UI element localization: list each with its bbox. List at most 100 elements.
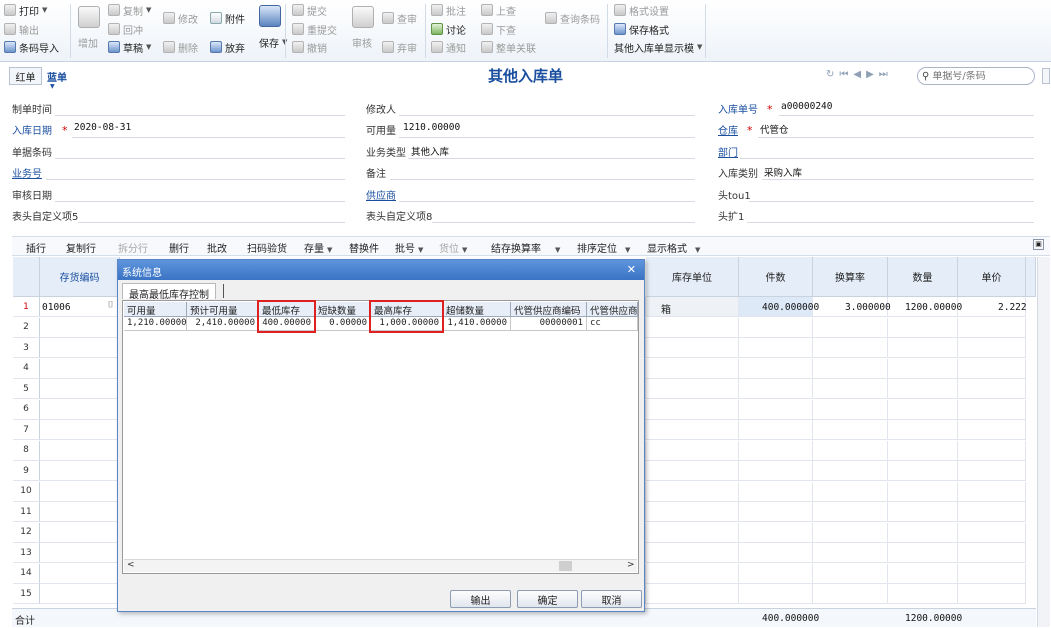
copy-button[interactable]: 复制 ▼ (108, 2, 151, 18)
grid-cell[interactable] (739, 317, 813, 338)
col-supplier[interactable]: 代管供应商 (587, 302, 638, 317)
grid-cell[interactable] (958, 461, 1026, 481)
cell-code[interactable]: 01006 (42, 302, 71, 313)
col-available[interactable]: 可用量 (124, 302, 187, 317)
annotate-button[interactable]: 批注 (431, 2, 466, 18)
grid-cell[interactable] (646, 420, 739, 440)
grid-cell[interactable] (813, 563, 888, 584)
location-button[interactable]: 货位 ▼ (439, 240, 467, 255)
grid-cell[interactable] (813, 584, 888, 604)
col-shortage[interactable]: 短缺数量 (315, 302, 371, 317)
row-number[interactable]: 7 (13, 420, 40, 440)
row-number[interactable]: 6 (13, 399, 40, 420)
grid-cell[interactable] (739, 543, 813, 563)
grid-cell[interactable] (958, 379, 1026, 399)
query-barcode-button[interactable]: 查询条码 (545, 10, 600, 26)
grid-cell[interactable] (888, 358, 958, 379)
row-number[interactable]: 10 (13, 481, 40, 502)
grid-cell[interactable] (958, 502, 1026, 522)
grid-cell[interactable] (813, 338, 888, 358)
grid-cell[interactable] (739, 420, 813, 440)
cell-pieces[interactable]: 400.000000 (762, 302, 819, 313)
grid-cell[interactable] (958, 481, 1026, 502)
col-header-price[interactable]: 单价 (958, 257, 1026, 297)
save-button[interactable]: 保存▼ (259, 34, 287, 50)
grid-cell[interactable] (646, 297, 739, 317)
col-header-unit[interactable]: 库存单位 (646, 257, 739, 297)
grid-cell[interactable] (646, 461, 739, 481)
grid-cell[interactable] (888, 399, 958, 420)
grid-cell[interactable] (958, 358, 1026, 379)
dialog-horizontal-scrollbar[interactable]: < > (124, 559, 637, 572)
check-button[interactable]: 查审 (382, 10, 417, 26)
grid-cell[interactable] (888, 338, 958, 358)
grid-cell[interactable] (40, 358, 120, 379)
grid-cell[interactable] (646, 584, 739, 604)
grid-cell[interactable] (40, 522, 120, 543)
export-button[interactable]: 输出 (4, 21, 39, 37)
close-icon[interactable]: ✕ (627, 263, 636, 276)
row-number[interactable]: 11 (13, 502, 40, 522)
grid-cell[interactable] (888, 440, 958, 461)
display-template-select[interactable]: 其他入库单显示模 ▼ (614, 39, 702, 55)
cell-price[interactable]: 2.222 (998, 302, 1027, 313)
grid-cell[interactable] (646, 522, 739, 543)
grid-cell[interactable] (40, 317, 120, 338)
grid-cell[interactable] (646, 338, 739, 358)
format-settings-button[interactable]: 格式设置 (614, 2, 669, 18)
prev-record-icon[interactable]: ◀ (853, 69, 866, 80)
grid-cell[interactable] (646, 358, 739, 379)
copy-row-button[interactable]: 复制行 (66, 240, 96, 255)
attach-button[interactable]: 附件 (210, 10, 245, 26)
biz-no-label[interactable]: 业务号 (12, 165, 42, 180)
row-number[interactable]: 14 (13, 563, 40, 584)
prev-button[interactable]: 上查 (481, 2, 516, 18)
grid-cell[interactable] (40, 543, 120, 563)
delete-button[interactable]: 删除 (163, 39, 198, 55)
grid-cell[interactable] (739, 338, 813, 358)
save-format-button[interactable]: 保存格式 (614, 21, 669, 37)
row-number[interactable]: 3 (13, 338, 40, 358)
split-row-button[interactable]: 拆分行 (118, 240, 148, 255)
print-button[interactable]: 打印 ▼ (4, 2, 47, 18)
grid-cell[interactable] (813, 440, 888, 461)
grid-cell[interactable] (739, 379, 813, 399)
first-record-icon[interactable]: ⏮ (839, 69, 853, 80)
warehouse-label[interactable]: 仓库 (718, 122, 738, 137)
grid-cell[interactable] (958, 399, 1026, 420)
grid-cell[interactable] (888, 379, 958, 399)
in-category-field[interactable]: 采购入库 (764, 165, 802, 179)
grid-cell[interactable] (646, 399, 739, 420)
warehouse-field[interactable]: 代管仓 (760, 122, 789, 136)
grid-cell[interactable] (813, 379, 888, 399)
grid-cell[interactable] (739, 399, 813, 420)
submit-button[interactable]: 提交 (292, 2, 327, 18)
row-number[interactable]: 4 (13, 358, 40, 379)
grid-cell[interactable] (888, 584, 958, 604)
insert-row-button[interactable]: 插行 (26, 240, 46, 255)
add-button[interactable]: 增加 (78, 34, 98, 50)
biz-type-field[interactable]: 其他入库 (411, 144, 449, 158)
tab-stock-control[interactable]: 最高最低库存控制 (122, 283, 216, 301)
grid-cell[interactable] (40, 379, 120, 399)
next-button[interactable]: 下查 (481, 21, 516, 37)
scroll-left-icon[interactable]: < (127, 560, 135, 570)
grid-cell[interactable] (646, 481, 739, 502)
grid-cell[interactable] (739, 440, 813, 461)
stock-button[interactable]: 存量 ▼ (304, 240, 332, 255)
grid-cell[interactable] (958, 584, 1026, 604)
row-number[interactable]: 5 (13, 379, 40, 399)
grid-cell[interactable] (646, 379, 739, 399)
grid-cell[interactable] (888, 481, 958, 502)
grid-cell[interactable] (813, 502, 888, 522)
scroll-right-icon[interactable]: > (627, 560, 635, 570)
reject-button[interactable]: 弃审 (382, 39, 417, 55)
grid-cell[interactable] (40, 440, 120, 461)
search-box[interactable]: ⚲ (917, 67, 1035, 85)
grid-cell[interactable] (813, 399, 888, 420)
grid-cell[interactable] (646, 563, 739, 584)
grid-cell[interactable] (888, 502, 958, 522)
batch-modify-button[interactable]: 批改 (207, 240, 227, 255)
grid-cell[interactable] (40, 338, 120, 358)
grid-cell[interactable] (40, 584, 120, 604)
